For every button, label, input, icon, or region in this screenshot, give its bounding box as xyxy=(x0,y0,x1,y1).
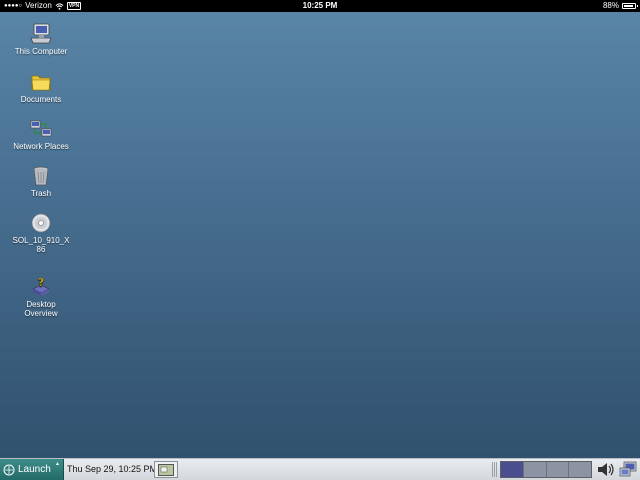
trash-icon xyxy=(33,166,49,186)
desktop-icon-network-places[interactable]: Network Places xyxy=(9,117,73,151)
computer-icon xyxy=(30,23,52,44)
volume-icon[interactable] xyxy=(596,461,616,478)
desktop-icon-label: SOL_10_910_X86 xyxy=(12,236,70,254)
desktop-window-icon xyxy=(158,463,174,476)
desktop-icon-label: Documents xyxy=(20,95,62,104)
desktop-icon-this-computer[interactable]: This Computer xyxy=(9,22,73,56)
show-desktop-button[interactable] xyxy=(154,461,178,478)
bottom-panel: Launch ▲ Thu Sep 29, 10:25 PM xyxy=(0,458,640,480)
desktop-icon-desktop-overview[interactable]: ? Desktop Overview xyxy=(9,275,73,318)
battery-percent: 88% xyxy=(602,1,619,10)
svg-text:?: ? xyxy=(38,276,44,289)
desktop-screen: ●●●●○ Verizon VPN 10:25 PM 88% This Comp… xyxy=(0,0,640,480)
status-bar: ●●●●○ Verizon VPN 10:25 PM 88% xyxy=(0,0,640,12)
status-right: 88% xyxy=(602,0,638,12)
network-icon xyxy=(30,120,52,137)
workspace-switcher[interactable] xyxy=(500,461,592,478)
workspace-1[interactable] xyxy=(501,462,524,477)
desktop-icon-label: Trash xyxy=(30,189,52,198)
workspace-4[interactable] xyxy=(569,462,591,477)
desktop-icon-trash[interactable]: Trash xyxy=(9,164,73,198)
panel-clock[interactable]: Thu Sep 29, 10:25 PM xyxy=(67,459,157,480)
desktop-icon-sol-cd[interactable]: SOL_10_910_X86 xyxy=(9,211,73,254)
workspace-handle[interactable] xyxy=(492,462,498,477)
workspace-3[interactable] xyxy=(546,462,570,477)
battery-fill xyxy=(624,5,633,7)
desktop-icon-documents[interactable]: Documents xyxy=(9,70,73,104)
status-time: 10:25 PM xyxy=(302,1,338,10)
desktop-icon-label: Network Places xyxy=(13,142,69,151)
workspace-2[interactable] xyxy=(523,462,547,477)
launch-icon xyxy=(3,464,15,475)
network-monitor-icon[interactable] xyxy=(619,461,638,478)
battery-icon xyxy=(622,3,638,9)
folder-icon xyxy=(31,75,51,91)
help-icon: ? xyxy=(32,276,50,296)
desktop-icon-label: Desktop Overview xyxy=(24,300,58,318)
launch-arrow-icon: ▲ xyxy=(55,461,60,467)
launch-button[interactable]: Launch ▲ xyxy=(0,459,64,480)
launch-label: Launch xyxy=(18,464,51,475)
cd-icon xyxy=(31,213,51,233)
desktop-icon-label: This Computer xyxy=(14,47,68,56)
